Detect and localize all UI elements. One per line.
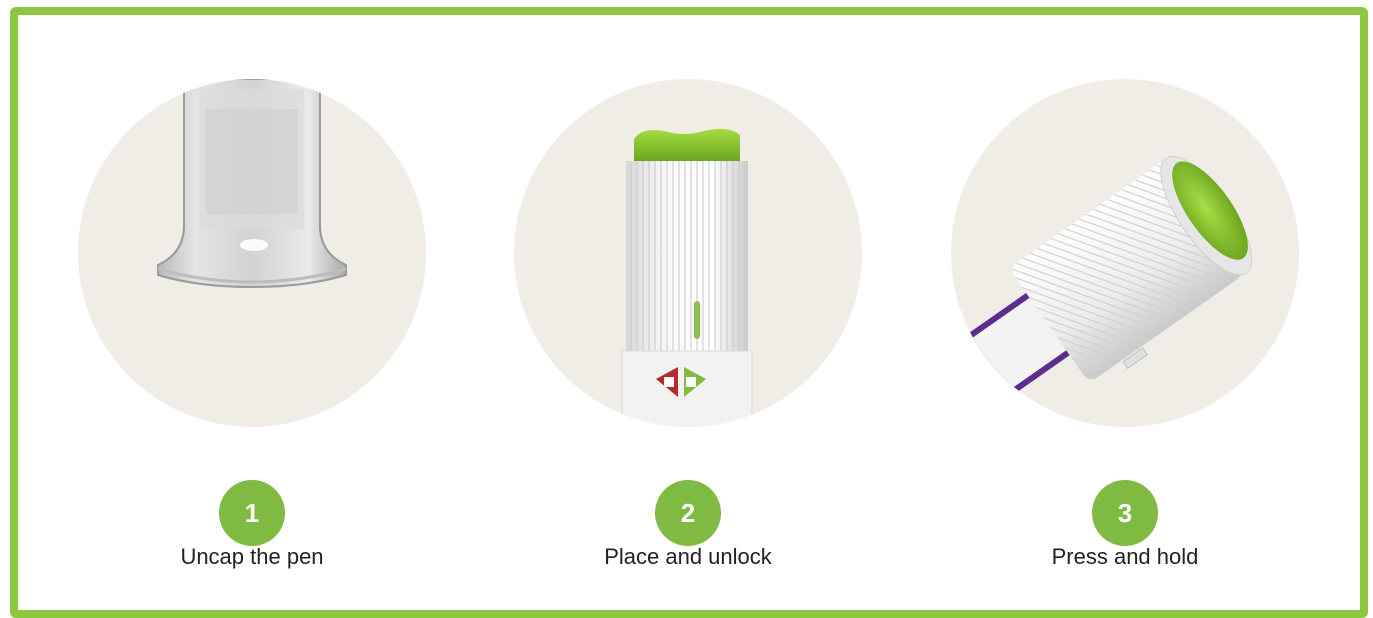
step-2: 2 Place and unlock bbox=[494, 15, 874, 610]
instructions-panel: 1 Uncap the pen 2 Place and unlock 3 Pre… bbox=[10, 7, 1368, 618]
step-3-label: Press and hold bbox=[1051, 544, 1199, 569]
step-3-illustration-circle bbox=[951, 79, 1299, 427]
step-2-label: Place and unlock bbox=[604, 544, 772, 569]
step-2-number-badge: 2 bbox=[655, 480, 721, 546]
pen-press-illustration-icon bbox=[960, 155, 1253, 402]
step-1: 1 Uncap the pen bbox=[58, 15, 438, 610]
pen-cap-illustration-icon bbox=[157, 79, 347, 289]
pen-unlock-illustration-icon bbox=[621, 128, 753, 427]
step-2-illustration-circle bbox=[514, 79, 862, 427]
step-3-number-badge: 3 bbox=[1092, 480, 1158, 546]
step-1-illustration-circle bbox=[78, 79, 426, 427]
step-1-label: Uncap the pen bbox=[180, 544, 324, 569]
step-3: 3 Press and hold bbox=[931, 15, 1311, 610]
step-1-number-badge: 1 bbox=[219, 480, 285, 546]
